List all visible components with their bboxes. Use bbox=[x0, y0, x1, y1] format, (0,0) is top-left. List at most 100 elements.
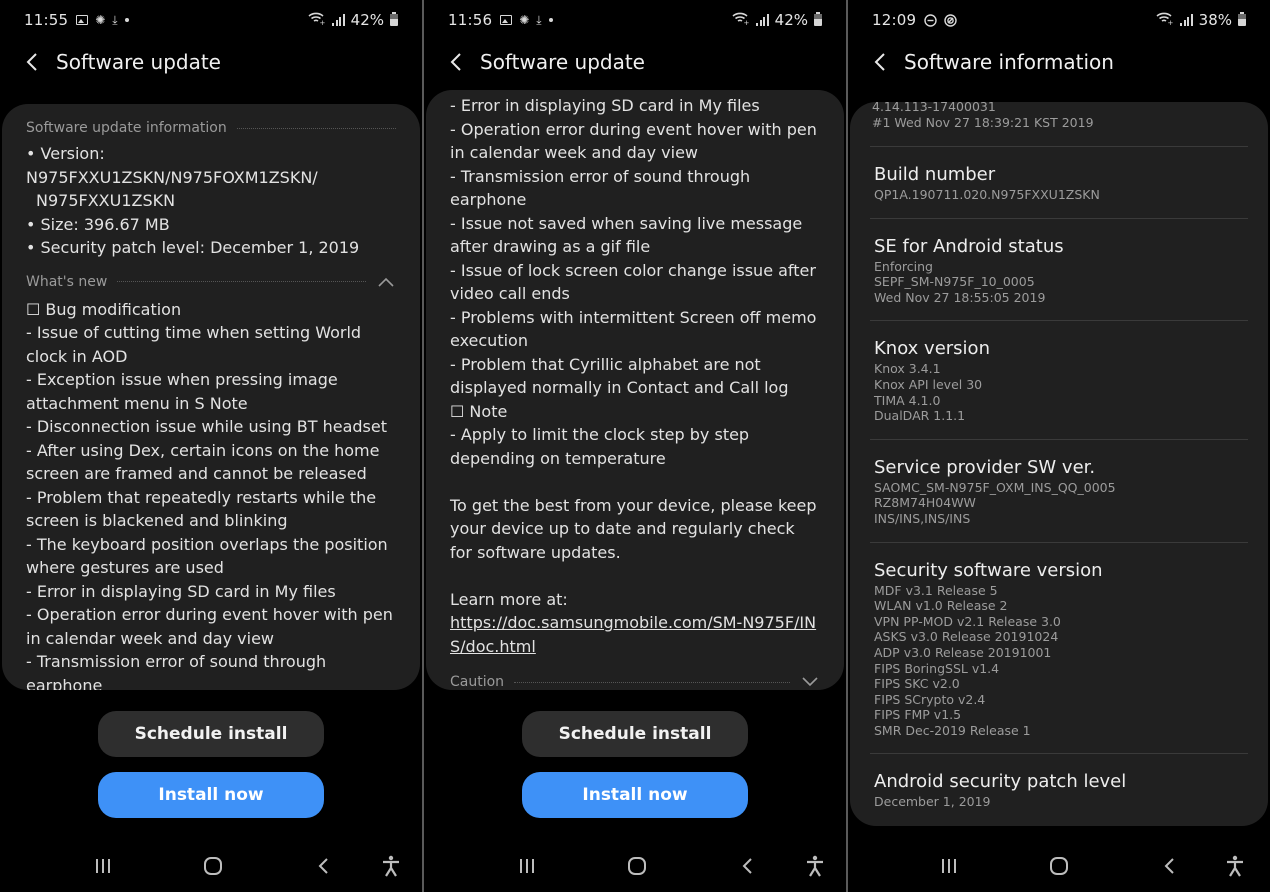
version-line-cont: N975FXXU1ZSKN bbox=[36, 191, 176, 210]
software-info-list[interactable]: Build number QP1A.190711.020.N975FXXU1ZS… bbox=[850, 102, 1268, 826]
accessibility-button[interactable] bbox=[799, 850, 831, 882]
row-heading: SE for Android status bbox=[874, 235, 1064, 257]
row-value: Knox 3.4.1 bbox=[874, 361, 941, 377]
kernel-version: 4.14.113-17400031 #1 Wed Nov 27 18:39:21… bbox=[872, 99, 1094, 130]
list-item: - After using Dex, certain icons on the … bbox=[26, 440, 380, 484]
app-bar: Software update bbox=[424, 44, 846, 80]
row-value: FIPS BoringSSL v1.4 bbox=[874, 660, 1000, 676]
battery-icon bbox=[814, 12, 822, 26]
wifi-icon: + bbox=[1156, 11, 1174, 29]
bixby-icon: ✺ bbox=[95, 13, 106, 27]
accessibility-button[interactable] bbox=[1219, 850, 1251, 882]
chevron-up-icon[interactable] bbox=[376, 277, 396, 287]
list-item: - Problems with intermittent Screen off … bbox=[450, 307, 817, 351]
learn-more-label: Learn more at: bbox=[450, 589, 568, 609]
recents-button[interactable] bbox=[933, 850, 965, 882]
list-item: - Error in displaying SD card in My file… bbox=[450, 96, 760, 115]
info-row-service-provider-sw[interactable]: Service provider SW ver. SAOMC_SM-N975F_… bbox=[850, 440, 1268, 542]
nav-back-button[interactable] bbox=[307, 850, 339, 882]
status-bar: 11:56 ✺ ⤓ + 42% bbox=[448, 8, 822, 32]
back-button[interactable] bbox=[870, 52, 890, 72]
list-item: - Error in displaying SD card in My file… bbox=[26, 581, 336, 601]
recents-button[interactable] bbox=[511, 850, 543, 882]
app-bar: Software update bbox=[0, 44, 422, 80]
home-button[interactable] bbox=[197, 850, 229, 882]
patch-level-line: • Security patch level: December 1, 2019 bbox=[26, 238, 360, 257]
battery-icon bbox=[1238, 12, 1246, 26]
chevron-left-icon bbox=[26, 53, 37, 71]
list-item: - Exception issue when pressing image at… bbox=[26, 370, 338, 413]
gallery-icon bbox=[76, 15, 89, 25]
list-item: - Disconnection issue while using BT hea… bbox=[26, 417, 387, 436]
whats-new-text: - Error in displaying SD card in My file… bbox=[450, 94, 820, 658]
row-value: RZ8M74H04WW bbox=[874, 495, 976, 511]
closing-text: To get the best from your device, please… bbox=[450, 495, 817, 562]
install-now-button[interactable]: Install now bbox=[98, 772, 324, 818]
update-details-card[interactable]: Software update information • Version: N… bbox=[2, 104, 420, 690]
schedule-install-button[interactable]: Schedule install bbox=[522, 711, 748, 757]
dotted-divider bbox=[117, 281, 366, 282]
row-heading: Security software version bbox=[874, 559, 1103, 581]
list-item: - Transmission error of sound through ea… bbox=[450, 166, 751, 210]
row-value: MDF v3.1 Release 5 bbox=[874, 582, 998, 598]
page-title: Software information bbox=[904, 50, 1114, 74]
whats-new-text: ☐ Bug modification - Issue of cutting ti… bbox=[26, 298, 396, 691]
signal-icon bbox=[756, 14, 769, 26]
accessibility-icon bbox=[807, 855, 823, 877]
list-item: - Problem that repeatedly restarts while… bbox=[26, 487, 377, 531]
info-row-build-number[interactable]: Build number QP1A.190711.020.N975FXXU1ZS… bbox=[850, 147, 1268, 218]
accessibility-button[interactable] bbox=[375, 850, 407, 882]
dot-icon bbox=[548, 18, 553, 22]
nav-back-button[interactable] bbox=[1153, 850, 1185, 882]
info-row-security-software[interactable]: Security software version MDF v3.1 Relea… bbox=[850, 543, 1268, 754]
row-value: TIMA 4.1.0 bbox=[874, 392, 941, 408]
info-row-se-android-status[interactable]: SE for Android status Enforcing SEPF_SM-… bbox=[850, 219, 1268, 321]
row-heading: Android security patch level bbox=[874, 771, 1127, 793]
battery-percent: 38% bbox=[1198, 11, 1232, 29]
svg-text:+: + bbox=[744, 19, 750, 25]
row-value: Knox API level 30 bbox=[874, 376, 983, 392]
home-button[interactable] bbox=[1043, 850, 1075, 882]
info-row-knox-version[interactable]: Knox version Knox 3.4.1 Knox API level 3… bbox=[850, 321, 1268, 438]
page-title: Software update bbox=[480, 50, 645, 74]
section-header-whats-new[interactable]: What's new bbox=[26, 270, 396, 294]
home-icon bbox=[1050, 857, 1068, 875]
row-heading: Service provider SW ver. bbox=[874, 456, 1096, 478]
row-value: DualDAR 1.1.1 bbox=[874, 408, 966, 424]
data-saver-icon bbox=[944, 13, 957, 27]
back-button[interactable] bbox=[446, 52, 466, 72]
list-item: - The keyboard position overlaps the pos… bbox=[26, 534, 388, 578]
row-heading: Build number bbox=[874, 164, 996, 185]
svg-text:+: + bbox=[1168, 19, 1174, 25]
list-item: - Issue not saved when saving live messa… bbox=[450, 213, 803, 257]
row-value: SAOMC_SM-N975F_OXM_INS_QQ_0005 bbox=[874, 479, 1116, 495]
section-header-caution[interactable]: Caution bbox=[450, 670, 820, 690]
chevron-down-icon[interactable] bbox=[800, 677, 820, 687]
screen-software-update-2: 11:56 ✺ ⤓ + 42% Software update - Error … bbox=[424, 0, 846, 892]
home-button[interactable] bbox=[621, 850, 653, 882]
info-row-android-security-patch[interactable]: Android security patch level December 1,… bbox=[850, 754, 1268, 825]
documentation-link[interactable]: https://doc.samsungmobile.com/SM-N975F/I… bbox=[450, 613, 816, 656]
row-value: VPN PP-MOD v2.1 Release 3.0 bbox=[874, 613, 1061, 629]
accessibility-icon bbox=[1227, 855, 1243, 877]
row-value: INS/INS,INS/INS bbox=[874, 510, 971, 526]
dot-icon bbox=[124, 18, 129, 22]
navigation-bar bbox=[0, 850, 422, 882]
do-not-disturb-icon bbox=[924, 13, 937, 27]
row-value: ASKS v3.0 Release 20191024 bbox=[874, 629, 1059, 645]
status-time: 11:56 bbox=[448, 11, 493, 29]
nav-back-button[interactable] bbox=[731, 850, 763, 882]
recents-button[interactable] bbox=[87, 850, 119, 882]
list-item: - Transmission error of sound through ea… bbox=[26, 652, 327, 690]
install-now-button[interactable]: Install now bbox=[522, 772, 748, 818]
row-value: Enforcing bbox=[874, 258, 933, 274]
list-item: - Issue of lock screen color change issu… bbox=[450, 260, 816, 304]
update-details-card[interactable]: - Error in displaying SD card in My file… bbox=[426, 90, 844, 690]
recents-icon bbox=[942, 859, 956, 873]
list-item: - Issue of cutting time when setting Wor… bbox=[26, 323, 362, 366]
kernel-build-line: #1 Wed Nov 27 18:39:21 KST 2019 bbox=[872, 114, 1094, 130]
battery-percent: 42% bbox=[350, 11, 384, 29]
back-button[interactable] bbox=[22, 52, 42, 72]
home-icon bbox=[628, 857, 646, 875]
schedule-install-button[interactable]: Schedule install bbox=[98, 711, 324, 757]
